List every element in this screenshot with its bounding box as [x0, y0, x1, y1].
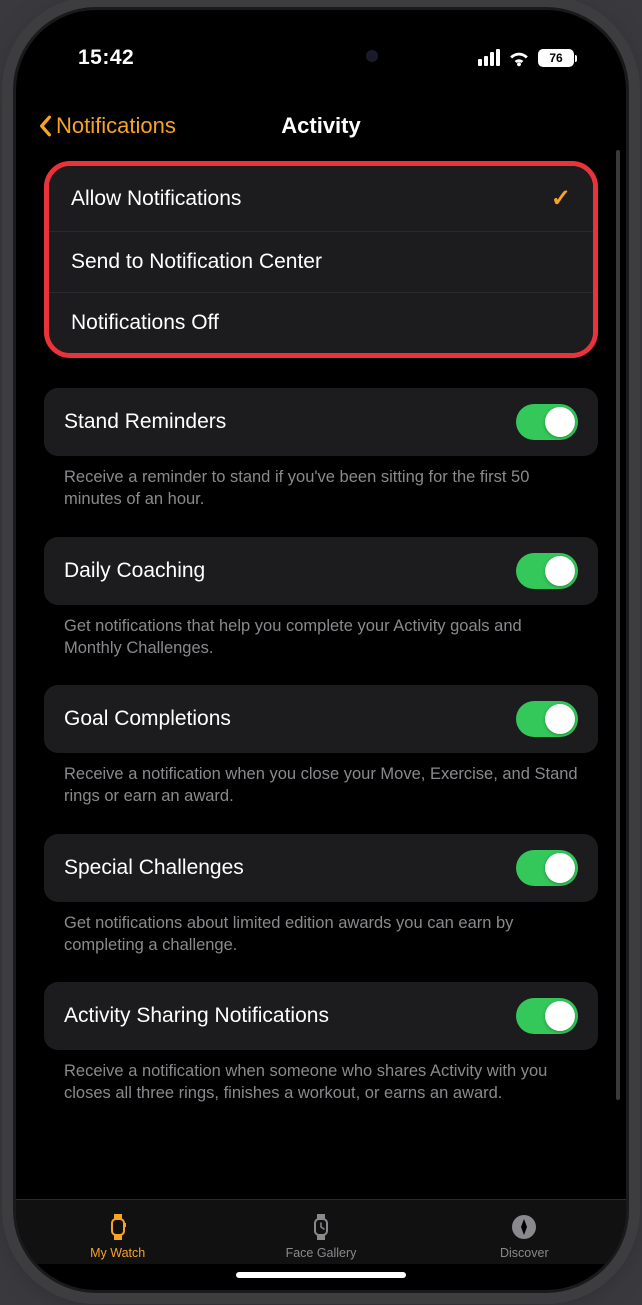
setting-goal-completions: Goal Completions Receive a notification …: [44, 685, 598, 808]
option-label: Notifications Off: [71, 311, 219, 335]
back-label: Notifications: [56, 113, 176, 139]
dynamic-island: [236, 36, 406, 76]
wifi-icon: [508, 49, 530, 67]
battery-icon: 76: [538, 49, 574, 67]
tab-face-gallery[interactable]: Face Gallery: [220, 1212, 421, 1260]
toggle-activity-sharing[interactable]: [516, 998, 578, 1034]
back-button[interactable]: Notifications: [38, 113, 176, 139]
nav-header: Notifications Activity: [16, 105, 626, 161]
setting-description: Get notifications that help you complete…: [44, 605, 598, 660]
status-indicators: 76: [478, 39, 574, 67]
chevron-left-icon: [38, 115, 52, 137]
tab-bar: My Watch Face Gallery Discover: [16, 1199, 626, 1264]
setting-description: Get notifications about limited edition …: [44, 902, 598, 957]
option-allow-notifications[interactable]: Allow Notifications ✓: [49, 166, 593, 232]
toggle-special-challenges[interactable]: [516, 850, 578, 886]
watch-icon: [103, 1212, 133, 1242]
setting-label: Activity Sharing Notifications: [64, 1004, 329, 1028]
tab-discover[interactable]: Discover: [424, 1212, 625, 1260]
option-notifications-off[interactable]: Notifications Off: [49, 293, 593, 353]
setting-row: Goal Completions: [44, 685, 598, 753]
setting-description: Receive a notification when you close yo…: [44, 753, 598, 808]
setting-label: Stand Reminders: [64, 410, 226, 434]
home-indicator[interactable]: [236, 1272, 406, 1278]
setting-row: Daily Coaching: [44, 537, 598, 605]
setting-row: Activity Sharing Notifications: [44, 982, 598, 1050]
setting-activity-sharing: Activity Sharing Notifications Receive a…: [44, 982, 598, 1105]
toggle-daily-coaching[interactable]: [516, 553, 578, 589]
toggle-stand-reminders[interactable]: [516, 404, 578, 440]
setting-daily-coaching: Daily Coaching Get notifications that he…: [44, 537, 598, 660]
option-label: Allow Notifications: [71, 187, 241, 211]
scroll-indicator[interactable]: [616, 150, 620, 1100]
tab-label: Face Gallery: [286, 1246, 357, 1260]
setting-label: Daily Coaching: [64, 559, 205, 583]
status-time: 15:42: [78, 36, 134, 70]
content-scroll[interactable]: Allow Notifications ✓ Send to Notificati…: [16, 161, 626, 1199]
setting-description: Receive a notification when someone who …: [44, 1050, 598, 1105]
setting-label: Special Challenges: [64, 856, 244, 880]
setting-stand-reminders: Stand Reminders Receive a reminder to st…: [44, 388, 598, 511]
tab-label: My Watch: [90, 1246, 145, 1260]
setting-label: Goal Completions: [64, 707, 231, 731]
setting-row: Stand Reminders: [44, 388, 598, 456]
toggle-goal-completions[interactable]: [516, 701, 578, 737]
watch-face-icon: [306, 1212, 336, 1242]
tab-my-watch[interactable]: My Watch: [17, 1212, 218, 1260]
notification-mode-group: Allow Notifications ✓ Send to Notificati…: [44, 161, 598, 358]
phone-frame: 15:42 76 Notifications Activity Allow No…: [16, 10, 626, 1290]
checkmark-icon: ✓: [551, 184, 571, 213]
setting-row: Special Challenges: [44, 834, 598, 902]
option-send-to-center[interactable]: Send to Notification Center: [49, 232, 593, 293]
option-label: Send to Notification Center: [71, 250, 322, 274]
cellular-signal-icon: [478, 49, 500, 66]
compass-icon: [509, 1212, 539, 1242]
setting-description: Receive a reminder to stand if you've be…: [44, 456, 598, 511]
setting-special-challenges: Special Challenges Get notifications abo…: [44, 834, 598, 957]
page-title: Activity: [281, 113, 360, 139]
tab-label: Discover: [500, 1246, 549, 1260]
